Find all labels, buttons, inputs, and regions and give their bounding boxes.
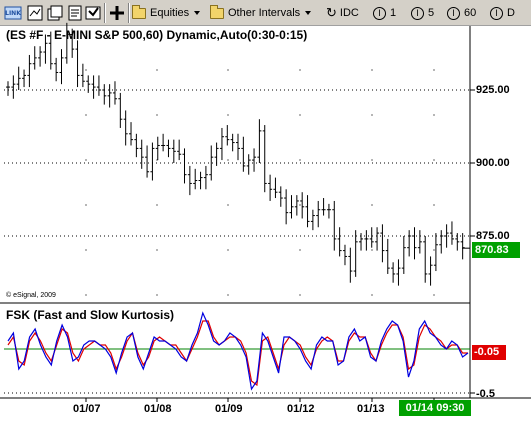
grid-dot xyxy=(371,294,373,296)
x-label-0113: 01/13 xyxy=(357,403,385,415)
grid-dot xyxy=(227,114,229,116)
grid-dot xyxy=(299,204,301,206)
grid-dot xyxy=(227,204,229,206)
indicator-last-badge: -0.05 xyxy=(472,345,506,360)
x-label-0107: 01/07 xyxy=(73,403,101,415)
grid-dot xyxy=(85,114,87,116)
copyright-text: © eSignal, 2009 xyxy=(6,292,56,299)
x-last-time-badge: 01/14 09:30 xyxy=(399,400,471,416)
grid-dot xyxy=(85,294,87,296)
grid-dot xyxy=(227,159,229,161)
grid-dot xyxy=(156,114,158,116)
grid-dot xyxy=(85,204,87,206)
grid-dot xyxy=(371,204,373,206)
grid-dot xyxy=(433,114,435,116)
fsk-fast-line xyxy=(7,311,469,391)
grid-dot xyxy=(433,249,435,251)
grid-dot xyxy=(156,294,158,296)
grid-dot xyxy=(371,69,373,71)
grid-dot xyxy=(156,69,158,71)
grid-dot xyxy=(299,294,301,296)
price-label-900: 900.00 xyxy=(476,157,510,169)
indicator-axis-label: -0.5 xyxy=(476,388,495,400)
grid-dot xyxy=(227,249,229,251)
grid-dot xyxy=(433,294,435,296)
last-price-badge: 870.83 xyxy=(472,242,520,258)
grid-dot xyxy=(156,204,158,206)
grid-dot xyxy=(299,159,301,161)
grid-dot xyxy=(433,159,435,161)
grid-dot xyxy=(227,294,229,296)
grid-dot xyxy=(299,249,301,251)
grid-dot xyxy=(156,249,158,251)
grid-dot xyxy=(227,69,229,71)
grid-dot xyxy=(433,69,435,71)
x-label-0109: 01/09 xyxy=(215,403,243,415)
chart-title: (ES #F - E-MINI S&P 500,60) Dynamic,Auto… xyxy=(6,28,308,42)
grid-dot xyxy=(433,204,435,206)
grid-dot xyxy=(371,159,373,161)
price-label-875: 875.00 xyxy=(476,230,510,242)
indicator-title: FSK (Fast and Slow Kurtosis) xyxy=(6,308,175,322)
grid-dot xyxy=(85,69,87,71)
grid-dot xyxy=(85,159,87,161)
grid-dot xyxy=(299,114,301,116)
grid-dot xyxy=(371,249,373,251)
grid-dot xyxy=(85,249,87,251)
chart-plot[interactable] xyxy=(0,0,531,435)
price-label-925: 925.00 xyxy=(476,84,510,96)
x-label-0112: 01/12 xyxy=(287,403,315,415)
x-label-0108: 01/08 xyxy=(144,403,172,415)
grid-dot xyxy=(371,114,373,116)
grid-dot xyxy=(299,69,301,71)
